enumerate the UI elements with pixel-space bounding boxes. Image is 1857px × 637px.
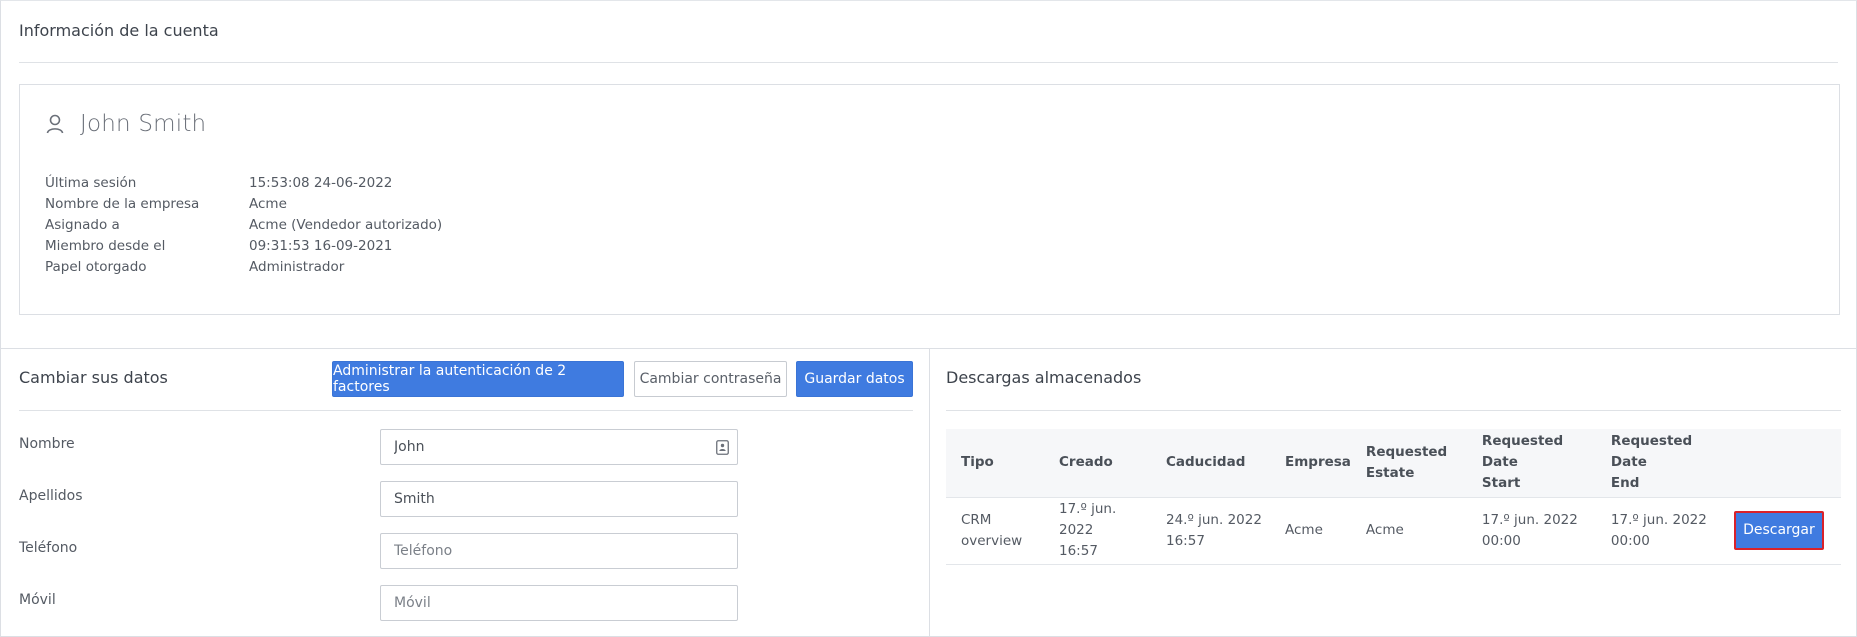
mobile-label: Móvil [19,592,56,608]
user-icon [46,114,64,134]
contact-card-icon[interactable] [716,440,729,455]
col-header-caducidad: Caducidad [1166,454,1246,471]
change-data-title: Cambiar sus datos [19,368,168,387]
phone-input[interactable] [380,533,738,569]
info-value: Acme (Vendedor autorizado) [249,217,443,233]
table-row: CRM overview 17.º jun. 2022 16:57 24.º jun… [946,496,1841,565]
info-label: Nombre de la empresa [45,196,200,212]
cell-empresa: Acme [1270,496,1351,565]
change-password-button[interactable]: Cambiar contraseña [634,361,787,397]
info-label: Miembro desde el [45,238,166,254]
col-header-creado: Creado [1059,454,1113,471]
account-info-title: Información de la cuenta [19,21,219,40]
cell-caducidad: 24.º jun. 2022 16:57 [1151,496,1270,565]
info-value: Administrador [249,259,345,275]
info-row-role: Papel otorgado Administrador [45,259,442,280]
cell-tipo: CRM overview [946,496,1044,565]
divider [19,410,913,411]
info-value: 15:53:08 24-06-2022 [249,175,393,191]
user-heading: John Smith [44,111,206,137]
account-page: Información de la cuenta John Smith Últi… [0,0,1857,637]
col-header-tipo: Tipo [961,454,994,471]
cell-creado: 17.º jun. 2022 16:57 [1044,496,1151,565]
column-divider [929,348,930,636]
info-label: Última sesión [45,175,137,191]
info-value: Acme [249,196,287,212]
cell-end: 17.º jun. 2022 00:00 [1595,496,1719,565]
col-header-end: Requested Date End [1610,433,1693,492]
save-data-button[interactable]: Guardar datos [796,361,913,397]
manage-2fa-button[interactable]: Administrar la autenticación de 2 factor… [332,361,624,397]
mobile-input[interactable] [380,585,738,621]
divider [19,62,1838,63]
col-header-action [1719,429,1841,497]
cell-start: 17.º jun. 2022 00:00 [1466,496,1596,565]
cell-action: Descargar [1718,496,1841,565]
profile-card: John Smith Última sesión 15:53:08 24-06-… [19,84,1840,315]
info-value: 09:31:53 16-09-2021 [249,238,393,254]
col-header-start: Requested Date Start [1481,433,1564,492]
info-row-assigned: Asignado a Acme (Vendedor autorizado) [45,217,442,238]
last-name-label: Apellidos [19,488,83,504]
phone-label: Teléfono [19,540,78,556]
downloads-table: Tipo Creado Caducidad Empresa Requested E… [946,429,1841,565]
info-label: Papel otorgado [45,259,147,275]
info-row-company: Nombre de la empresa Acme [45,196,442,217]
user-name: John Smith [80,111,207,137]
first-name-label: Nombre [19,436,75,452]
divider [946,410,1841,411]
last-name-input[interactable] [380,481,738,517]
info-row-member-since: Miembro desde el 09:31:53 16-09-2021 [45,238,442,259]
downloads-title: Descargas almacenados [946,368,1142,387]
first-name-input[interactable] [380,429,738,465]
account-info-list: Última sesión 15:53:08 24-06-2022 Nombre… [45,175,442,280]
table-header-row: Tipo Creado Caducidad Empresa Requested E… [946,429,1841,497]
cell-estate: Acme [1350,496,1467,565]
info-row-last-session: Última sesión 15:53:08 24-06-2022 [45,175,442,196]
col-header-empresa: Empresa [1285,454,1351,471]
info-label: Asignado a [45,217,120,233]
col-header-estate: Requested Estate [1365,443,1448,481]
download-button[interactable]: Descargar [1733,511,1824,550]
